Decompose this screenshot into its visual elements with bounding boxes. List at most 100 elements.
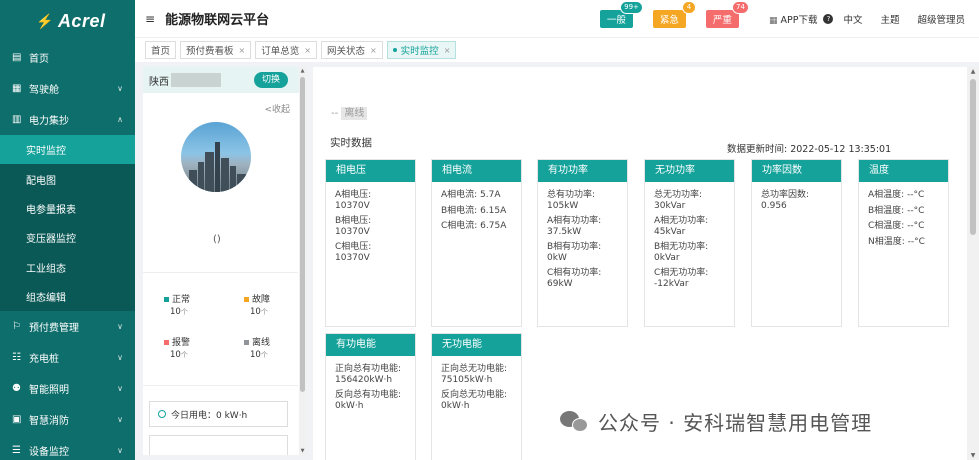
main-scrollbar[interactable]: ▲ ▼ — [967, 67, 979, 460]
submenu-power-metering: 实时监控 配电图 电参量报表 变压器监控 工业组态 组态编辑 — [0, 135, 135, 312]
tab-label: 预付费看板 — [186, 46, 234, 57]
alert-severe-count: 74 — [732, 0, 749, 14]
chevron-icon: ∨ — [117, 84, 123, 93]
metric-card: 相电流 A相电流: 5.7A B相电流: 6.15A C相电流: 6.75A — [431, 159, 522, 327]
sidebar-item-after-1[interactable]: ☷ 充电桩 ∨ — [0, 342, 135, 373]
metric-value: A相温度: --°C — [868, 190, 925, 200]
divider — [143, 385, 298, 386]
theme-switch[interactable]: 主题 — [880, 12, 899, 26]
qrcode-icon: ▦ — [768, 15, 778, 26]
metric-value: 反向总无功电能: 0kW·h — [441, 390, 508, 411]
station-image — [181, 122, 251, 192]
collapse-link[interactable]: <收起 — [264, 102, 290, 115]
sidebar-menu-icon: ⚐ — [12, 321, 21, 333]
scroll-up-icon[interactable]: ▲ — [967, 68, 979, 75]
metric-value: 正向总无功电能: 75105kW·h — [441, 364, 508, 385]
legend-alarm-swatch — [164, 340, 169, 345]
metric-value: C相电流: 6.75A — [441, 221, 507, 231]
sidebar-subitem[interactable]: 工业组态 — [0, 253, 135, 282]
divider — [143, 272, 298, 273]
tab[interactable]: 预付费看板 × — [180, 41, 252, 59]
metric-value: A相有功功率: 37.5kW — [547, 216, 602, 237]
sidebar-item-label: 首页 — [29, 54, 49, 65]
help-icon[interactable]: ? — [823, 13, 834, 24]
sidebar-menu-icon: ▦ — [12, 83, 22, 94]
close-icon[interactable]: × — [239, 46, 246, 55]
metric-card-title: 无功电能 — [432, 334, 521, 356]
metric-value: B相无功功率: 0kVar — [654, 242, 709, 263]
sidebar-item-label: 驾驶舱 — [29, 85, 59, 96]
close-icon[interactable]: × — [444, 46, 451, 55]
close-icon[interactable]: × — [370, 46, 377, 55]
sidebar-item-after-4[interactable]: ☰ 设备监控 ∨ — [0, 435, 135, 460]
station-panel-scrollbar[interactable]: ▲ ▼ — [299, 67, 306, 455]
menu-toggle-icon[interactable]: ≡ — [145, 12, 155, 26]
app-download-link[interactable]: ▦ APP下载 — [769, 12, 818, 26]
legend-alarm-count: 10个 — [170, 350, 188, 360]
scrollbar-thumb[interactable] — [300, 77, 305, 392]
brand-logo[interactable]: ⚡ Acrel — [0, 0, 135, 42]
chevron-icon: ∨ — [117, 384, 123, 394]
active-dot-icon — [392, 48, 397, 52]
sidebar-item-label: 预付费管理 — [29, 323, 79, 335]
tab-label: 网关状态 — [326, 46, 365, 57]
top-right-toolbar: 一般 99+ 紧急 4 严重 74 ▦ APP下载 ? 中文 主题 超级管理员 — [599, 0, 965, 37]
sidebar-subitem[interactable]: 组态编辑 — [0, 282, 135, 311]
metric-value: B相温度: --°C — [868, 205, 925, 216]
close-icon[interactable]: × — [304, 46, 311, 55]
sidebar-item-top-1[interactable]: ▦ 驾驶舱 ∨ — [0, 73, 135, 104]
alert-urgent-badge[interactable]: 紧急 4 — [652, 0, 696, 28]
scroll-up-icon[interactable]: ▲ — [299, 68, 306, 74]
sidebar-item-after-2[interactable]: ⚉ 智能照明 ∨ — [0, 373, 135, 404]
sidebar: ⚡ Acrel ▤ 首页 ▦ 驾驶舱 ∨ ▥ 电力集抄 ∧ 实时监控 配电图 电参量报表 变压器监控… — [0, 0, 135, 460]
station-panel: 陕西 切换 <收起 () 正常 10个 故障 10个 报警 10个 离线 10个… — [143, 67, 306, 455]
sidebar-item-label: 充电桩 — [29, 354, 59, 366]
metric-value: C相温度: --°C — [868, 221, 925, 231]
tab[interactable]: 实时监控 × — [386, 41, 457, 59]
metric-value: 总有功功率: 105kW — [547, 190, 596, 211]
metric-card-title: 温度 — [859, 160, 948, 182]
metric-card-title: 相电流 — [432, 160, 521, 182]
metric-value: 总功率因数: 0.956 — [761, 190, 810, 211]
sidebar-subitem[interactable]: 实时监控 — [0, 135, 135, 165]
legend-normal-swatch — [164, 297, 169, 302]
sidebar-item-top-0[interactable]: ▤ 首页 — [0, 42, 135, 73]
update-time: 数据更新时间: 2022-05-12 13:35:01 — [727, 144, 892, 155]
alert-severe-badge[interactable]: 严重 74 — [705, 0, 749, 28]
switch-station-button[interactable]: 切换 — [253, 72, 288, 88]
scroll-down-icon[interactable]: ▼ — [967, 452, 979, 459]
wechat-icon — [560, 409, 590, 435]
tab-label: 订单总览 — [261, 46, 300, 57]
tab-label: 实时监控 — [400, 46, 439, 57]
watermark: 公众号 · 安科瑞智慧用电管理 — [560, 407, 872, 436]
metric-value: B相有功功率: 0kW — [547, 242, 602, 263]
realtime-panel: -- 离线 实时数据 数据更新时间: 2022-05-12 13:35:01 相… — [313, 67, 979, 460]
sidebar-subitem[interactable]: 电参量报表 — [0, 194, 135, 223]
language-switch[interactable]: 中文 — [843, 12, 862, 26]
user-menu[interactable]: 超级管理员 — [917, 12, 965, 26]
sidebar-subitem[interactable]: 变压器监控 — [0, 223, 135, 252]
tab[interactable]: 首页 — [145, 41, 177, 59]
legend-alarm: 报警 — [164, 335, 190, 348]
scroll-down-icon[interactable]: ▼ — [299, 448, 306, 454]
sidebar-item-after-0[interactable]: ⚐ 预付费管理 ∨ — [0, 311, 135, 342]
chevron-icon: ∨ — [117, 353, 123, 363]
logo-mark-icon: ⚡ — [36, 12, 54, 29]
tab[interactable]: 网关状态 × — [320, 41, 383, 59]
tab[interactable]: 订单总览 × — [255, 41, 317, 59]
page-tabs: 首页 预付费看板 × 订单总览 × 网关状态 × 实时监控 × — [135, 37, 979, 62]
sidebar-item-after-3[interactable]: ▣ 智慧消防 ∨ — [0, 404, 135, 435]
metric-value: 正向总有功电能: 156420kW·h — [335, 364, 402, 385]
metric-card: 相电压 A相电压: 10370V B相电压: 10370V C相电压: 10370V — [325, 159, 416, 327]
sidebar-subitem[interactable]: 配电图 — [0, 164, 135, 193]
legend-fault-count: 10个 — [250, 307, 268, 317]
metric-card: 温度 A相温度: --°C B相温度: --°C C相温度: --°C N相温度: --… — [858, 159, 949, 327]
station-name: 陕西 — [149, 76, 169, 88]
metric-value: A相无功功率: 45kVar — [654, 216, 709, 237]
scrollbar-thumb[interactable] — [970, 79, 976, 235]
logo-text: Acrel — [57, 10, 106, 31]
sidebar-item-label: 智慧消防 — [29, 416, 69, 428]
sidebar-menu-icon: ▥ — [12, 114, 22, 125]
sidebar-item-top-2[interactable]: ▥ 电力集抄 ∧ — [0, 104, 135, 135]
alert-general-badge[interactable]: 一般 99+ — [599, 0, 643, 28]
